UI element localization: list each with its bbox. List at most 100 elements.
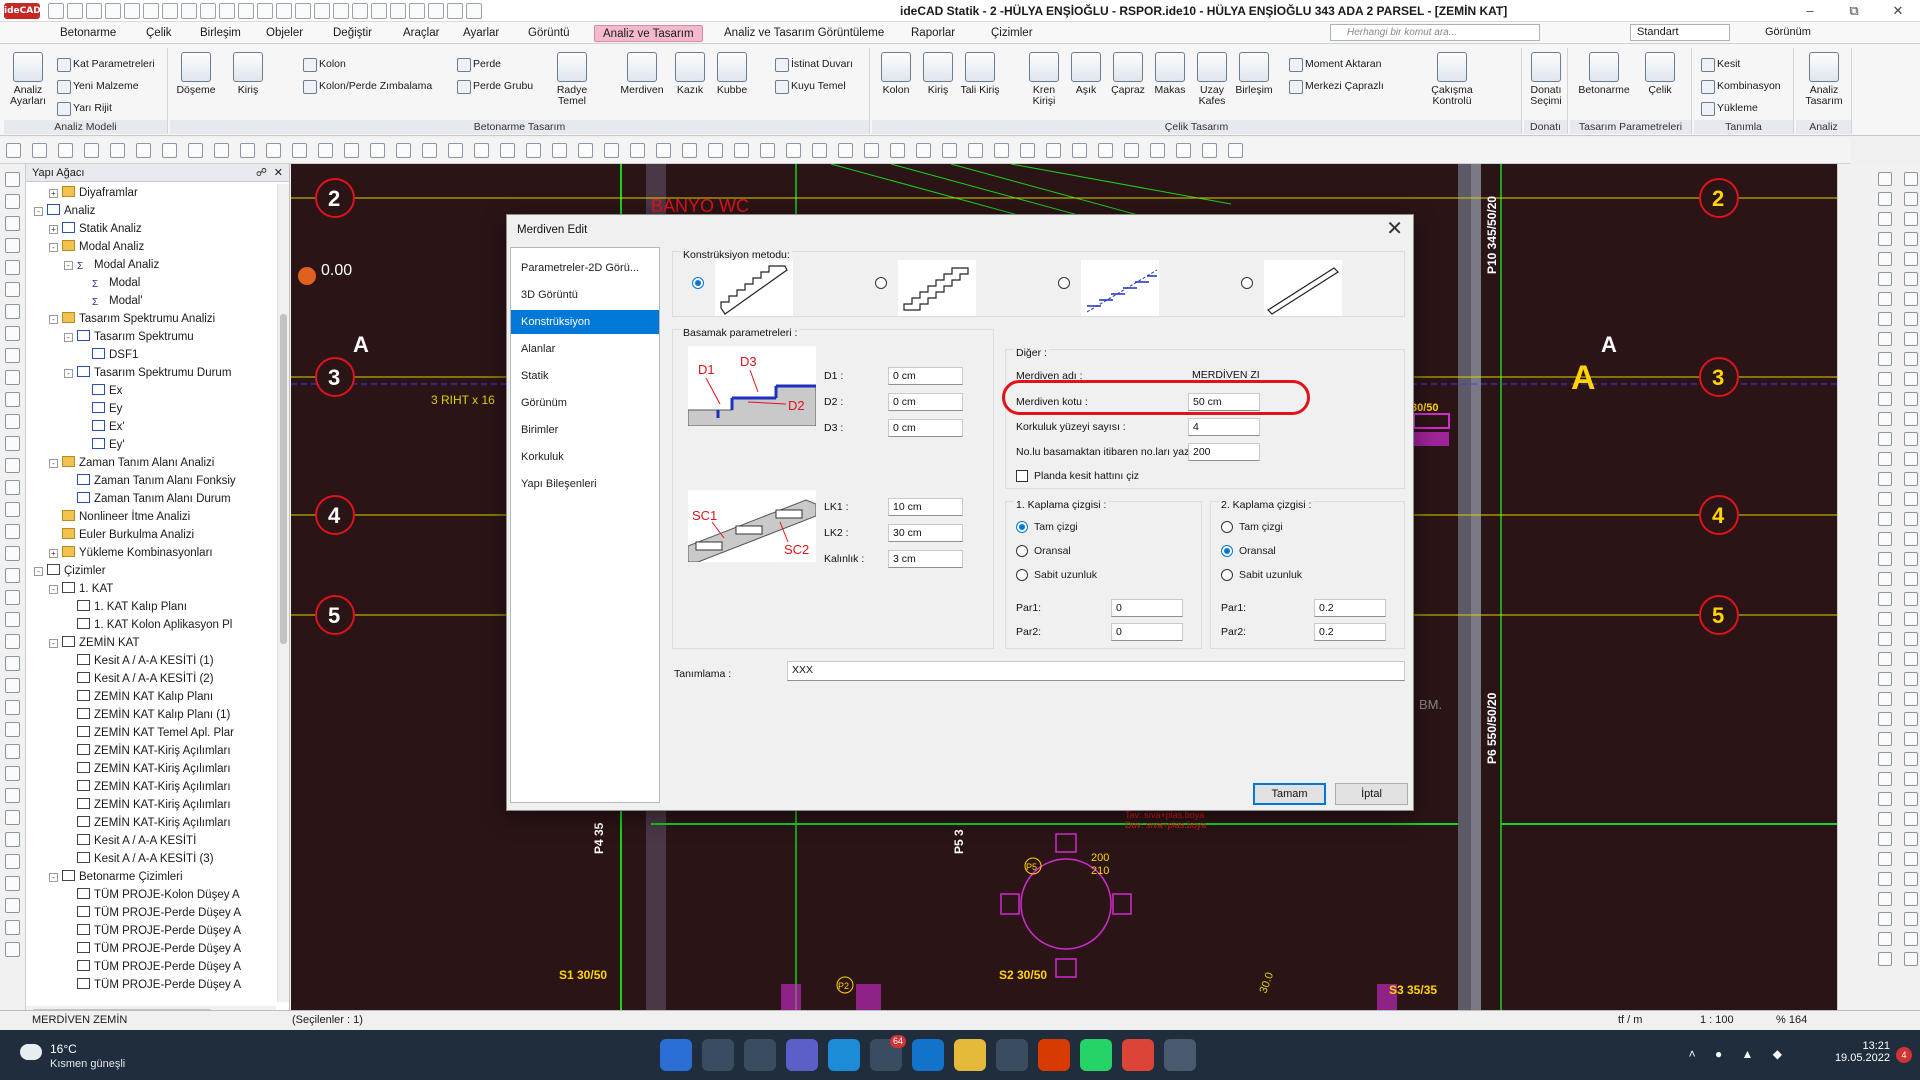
- ok-button[interactable]: Tamam: [1253, 783, 1326, 805]
- nav-yapi-bilesenleri[interactable]: Yapı Bileşenleri: [511, 472, 659, 496]
- notification-count[interactable]: 4: [1896, 1047, 1912, 1063]
- tool-icon[interactable]: [5, 876, 20, 891]
- analiz-tasarim-button[interactable]: Analiz Tasarım: [1800, 52, 1848, 107]
- wall-icon[interactable]: [428, 3, 444, 19]
- tree-item[interactable]: ZEMİN KAT Temel Apl. Plar: [64, 724, 234, 742]
- kolon-button[interactable]: Kolon: [302, 56, 346, 72]
- doseme-button[interactable]: Döşeme: [174, 52, 218, 96]
- text-icon[interactable]: [371, 3, 387, 19]
- tool-icon[interactable]: [1904, 512, 1918, 526]
- nav-parametreler[interactable]: Parametreler-2D Görü...: [511, 256, 659, 280]
- axis-icon[interactable]: [314, 3, 330, 19]
- moment-aktaran-button[interactable]: Moment Aktaran: [1288, 56, 1381, 72]
- kombinasyon-button[interactable]: Kombinasyon: [1700, 78, 1781, 94]
- tool-icon[interactable]: [1904, 952, 1918, 966]
- tool-icon[interactable]: [1878, 492, 1892, 506]
- tree-item[interactable]: ZEMİN KAT-Kiriş Açılımları: [64, 814, 231, 832]
- office-icon[interactable]: [1038, 1039, 1070, 1071]
- task-view-icon[interactable]: [744, 1039, 776, 1071]
- tool-icon[interactable]: [1878, 532, 1892, 546]
- collapse-icon[interactable]: -: [49, 585, 58, 594]
- asik-button[interactable]: Aşık: [1064, 52, 1108, 96]
- kubbe-button[interactable]: Kubbe: [710, 52, 754, 96]
- lk1-input[interactable]: 10 cm: [888, 498, 963, 516]
- radye-temel-button[interactable]: Radye Temel: [550, 52, 594, 107]
- kesit-button[interactable]: Kesit: [1700, 56, 1740, 72]
- tree-item[interactable]: Σ Modal: [79, 274, 140, 292]
- tab-ayarlar[interactable]: Ayarlar: [455, 25, 507, 42]
- tree-item[interactable]: - Zaman Tanım Alanı Analizi: [49, 454, 214, 472]
- tree-item[interactable]: Ey': [79, 436, 125, 454]
- copy-props-icon[interactable]: [1176, 143, 1191, 158]
- tool-icon[interactable]: [1904, 392, 1918, 406]
- tab-cizimler[interactable]: Çizimler: [983, 25, 1041, 42]
- kat-parametreleri-button[interactable]: Kat Parametreleri: [56, 56, 155, 72]
- select-icon[interactable]: [1228, 143, 1243, 158]
- nav-alanlar[interactable]: Alanlar: [511, 337, 659, 361]
- tab-celik[interactable]: Çelik: [138, 25, 180, 42]
- cover2-par1-input[interactable]: 0.2: [1314, 599, 1386, 617]
- tool-icon[interactable]: [1878, 192, 1892, 206]
- kolon-perde-zimbalama-button[interactable]: Kolon/Perde Zımbalama: [302, 78, 432, 94]
- tree-item[interactable]: Kesit A / A-A KESİTİ (2): [64, 670, 214, 688]
- kalinlik-input[interactable]: 3 cm: [888, 550, 963, 568]
- ungroup-icon[interactable]: [1098, 143, 1113, 158]
- dimension-icon[interactable]: [352, 3, 368, 19]
- tool-icon[interactable]: [1878, 452, 1892, 466]
- tool-icon[interactable]: [5, 700, 20, 715]
- tool-icon[interactable]: [1878, 412, 1892, 426]
- tool-icon[interactable]: [1904, 552, 1918, 566]
- tool-icon[interactable]: [1878, 292, 1892, 306]
- hatch-icon[interactable]: [812, 143, 827, 158]
- tool-icon[interactable]: [1904, 472, 1918, 486]
- tree-item[interactable]: ZEMİN KAT-Kiriş Açılımları: [64, 742, 231, 760]
- polyline-icon[interactable]: [526, 143, 541, 158]
- tree-item[interactable]: - Tasarım Spektrumu Durum: [64, 364, 231, 382]
- tool-icon[interactable]: [1904, 812, 1918, 826]
- cancel-button[interactable]: İptal: [1335, 783, 1408, 805]
- celik-params-button[interactable]: Çelik: [1638, 52, 1682, 96]
- tree-item[interactable]: DSF1: [79, 346, 138, 364]
- tool-icon[interactable]: [5, 436, 20, 451]
- zoom-in-icon[interactable]: [6, 143, 21, 158]
- tree-item[interactable]: ZEMİN KAT-Kiriş Açılımları: [64, 796, 231, 814]
- tool-icon[interactable]: [1878, 932, 1892, 946]
- tree-item[interactable]: + Yükleme Kombinasyonları: [49, 544, 213, 562]
- nav-korkuluk[interactable]: Korkuluk: [511, 445, 659, 469]
- expand-icon[interactable]: +: [49, 189, 58, 198]
- pin-icon[interactable]: ☍: [256, 164, 267, 182]
- tool-icon[interactable]: [1904, 872, 1918, 886]
- nav-gorunum[interactable]: Görünüm: [511, 391, 659, 415]
- weather-cloud-icon[interactable]: [20, 1044, 42, 1060]
- tool-icon[interactable]: [5, 260, 20, 275]
- print-icon[interactable]: [143, 3, 159, 19]
- tool-icon[interactable]: [1878, 392, 1892, 406]
- tool-icon[interactable]: [5, 414, 20, 429]
- teams-icon[interactable]: [786, 1039, 818, 1071]
- kazik-button[interactable]: Kazık: [668, 52, 712, 96]
- tool-icon[interactable]: [1878, 752, 1892, 766]
- yukleme-button[interactable]: Yükleme: [1700, 100, 1758, 116]
- kren-kirisi-button[interactable]: Kren Kirişi: [1022, 52, 1066, 107]
- tool-icon[interactable]: [5, 216, 20, 231]
- tool-icon[interactable]: [1878, 432, 1892, 446]
- d2-input[interactable]: 0 cm: [888, 393, 963, 411]
- extend-icon[interactable]: [396, 143, 411, 158]
- step-number-input[interactable]: 200: [1188, 443, 1260, 461]
- collapse-icon[interactable]: -: [49, 639, 58, 648]
- tool-icon[interactable]: [5, 458, 20, 473]
- nav-3d-goruntu[interactable]: 3D Görüntü: [511, 283, 659, 307]
- tool-icon[interactable]: [1904, 492, 1918, 506]
- corner-icon[interactable]: [474, 143, 489, 158]
- tool-icon[interactable]: [1878, 472, 1892, 486]
- tool-icon[interactable]: [5, 238, 20, 253]
- tree-item[interactable]: - 1. KAT: [49, 580, 113, 598]
- tool-icon[interactable]: [1904, 372, 1918, 386]
- method-radio-3[interactable]: [1058, 277, 1070, 289]
- cover1-fixed-radio[interactable]: [1016, 569, 1028, 581]
- tool-icon[interactable]: [1878, 692, 1892, 706]
- tree-item[interactable]: - Tasarım Spektrumu: [64, 328, 194, 346]
- status-zoom[interactable]: % 164: [1776, 1014, 1807, 1026]
- tool-icon[interactable]: [1878, 612, 1892, 626]
- tool-icon[interactable]: [5, 612, 20, 627]
